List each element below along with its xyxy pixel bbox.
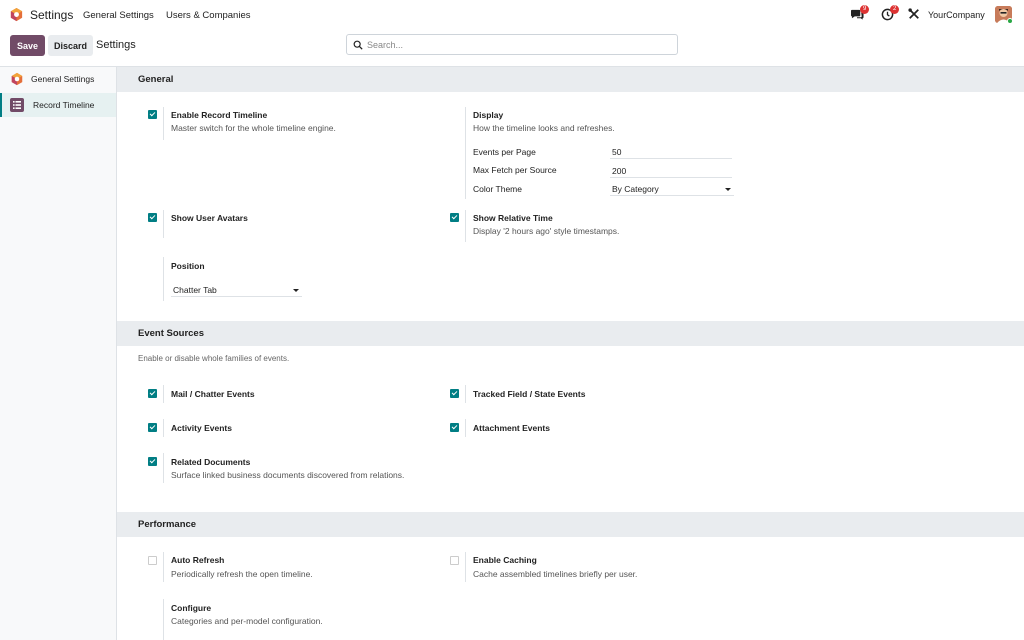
color-theme-label: Color Theme	[473, 184, 522, 194]
messages-button[interactable]: 9	[851, 5, 870, 21]
mail-events-checkbox[interactable]	[148, 389, 157, 398]
odoo-logo-icon[interactable]	[9, 7, 24, 22]
menu-general-settings[interactable]: General Settings	[83, 10, 154, 21]
max-fetch-input[interactable]	[610, 164, 732, 178]
divider	[465, 552, 466, 582]
relative-time-desc: Display '2 hours ago' style timestamps.	[473, 226, 620, 236]
section-header-event-sources: Event Sources	[117, 321, 1024, 346]
divider	[163, 419, 164, 437]
divider	[163, 385, 164, 403]
section-header-general: General	[117, 67, 1024, 92]
odoo-logo-icon	[11, 72, 23, 86]
enable-timeline-checkbox[interactable]	[148, 110, 157, 119]
messages-badge: 9	[860, 5, 870, 14]
section-title: Event Sources	[138, 328, 204, 339]
activity-events-title: Activity Events	[171, 423, 232, 433]
top-navbar: Settings General Settings Users & Compan…	[0, 0, 1024, 30]
related-documents-checkbox[interactable]	[148, 457, 157, 466]
caching-title: Enable Caching	[473, 555, 537, 565]
divider	[465, 419, 466, 437]
sidebar-item-label: General Settings	[31, 74, 95, 84]
relative-time-checkbox[interactable]	[450, 213, 459, 222]
sidebar-item-general-settings[interactable]: General Settings	[0, 67, 116, 91]
auto-refresh-checkbox[interactable]	[148, 556, 157, 565]
sidebar-item-label: Record Timeline	[33, 100, 95, 110]
configure-title[interactable]: Configure	[171, 603, 211, 613]
max-fetch-label: Max Fetch per Source	[473, 165, 557, 175]
discard-button[interactable]: Discard	[48, 35, 93, 56]
divider	[163, 599, 164, 640]
caret-down-icon	[293, 289, 299, 292]
related-documents-title: Related Documents	[171, 457, 251, 467]
app-title[interactable]: Settings	[30, 8, 73, 22]
caret-down-icon	[725, 188, 731, 191]
divider	[163, 257, 164, 301]
caching-desc: Cache assembled timelines briefly per us…	[473, 569, 638, 579]
show-avatars-title: Show User Avatars	[171, 213, 248, 223]
position-select[interactable]: Chatter Tab	[171, 283, 302, 297]
auto-refresh-desc: Periodically refresh the open timeline.	[171, 569, 313, 579]
control-panel: Save Discard Settings	[0, 30, 1024, 67]
search-input[interactable]	[367, 37, 667, 52]
company-name[interactable]: YourCompany	[928, 10, 985, 20]
search-icon	[353, 40, 363, 50]
breadcrumb-title: Settings	[96, 39, 136, 51]
display-title: Display	[473, 110, 504, 120]
display-desc: How the timeline looks and refreshes.	[473, 123, 615, 133]
divider	[163, 210, 164, 238]
events-per-page-label: Events per Page	[473, 147, 536, 157]
search-box[interactable]	[346, 34, 678, 55]
activity-events-checkbox[interactable]	[148, 423, 157, 432]
position-value: Chatter Tab	[173, 285, 217, 295]
menu-users-companies[interactable]: Users & Companies	[166, 10, 250, 21]
divider	[465, 210, 466, 242]
attachment-events-checkbox[interactable]	[450, 423, 459, 432]
divider	[465, 385, 466, 403]
caching-checkbox[interactable]	[450, 556, 459, 565]
debug-tools-button[interactable]	[908, 8, 921, 21]
events-per-page-input[interactable]	[610, 145, 732, 159]
divider	[163, 107, 164, 140]
show-avatars-checkbox[interactable]	[148, 213, 157, 222]
divider	[465, 107, 466, 199]
tools-icon	[908, 8, 919, 19]
divider	[163, 552, 164, 582]
activities-badge: 2	[890, 5, 900, 14]
online-status-dot	[1007, 18, 1013, 24]
tracked-events-checkbox[interactable]	[450, 389, 459, 398]
tracked-events-title: Tracked Field / State Events	[473, 389, 586, 399]
enable-timeline-title: Enable Record Timeline	[171, 110, 268, 120]
settings-content: General Enable Record Timeline Master sw…	[117, 67, 1024, 640]
list-icon	[10, 98, 24, 112]
section-header-performance: Performance	[117, 512, 1024, 537]
settings-sidebar: General Settings Record Timeline	[0, 67, 117, 640]
configure-desc: Categories and per-model configuration.	[171, 616, 323, 626]
event-sources-desc: Enable or disable whole families of even…	[138, 354, 290, 363]
divider	[163, 453, 164, 483]
attachment-events-title: Attachment Events	[473, 423, 550, 433]
sidebar-item-record-timeline[interactable]: Record Timeline	[0, 93, 116, 117]
mail-events-title: Mail / Chatter Events	[171, 389, 255, 399]
enable-timeline-desc: Master switch for the whole timeline eng…	[171, 123, 336, 133]
section-title: General	[138, 74, 174, 85]
color-theme-select[interactable]: By Category	[610, 182, 734, 196]
relative-time-title: Show Relative Time	[473, 213, 553, 223]
color-theme-value: By Category	[612, 184, 659, 194]
auto-refresh-title: Auto Refresh	[171, 555, 225, 565]
activities-button[interactable]: 2	[881, 5, 900, 21]
save-button[interactable]: Save	[10, 35, 45, 56]
related-documents-desc: Surface linked business documents discov…	[171, 470, 405, 480]
section-title: Performance	[138, 519, 197, 530]
position-title: Position	[171, 261, 205, 271]
